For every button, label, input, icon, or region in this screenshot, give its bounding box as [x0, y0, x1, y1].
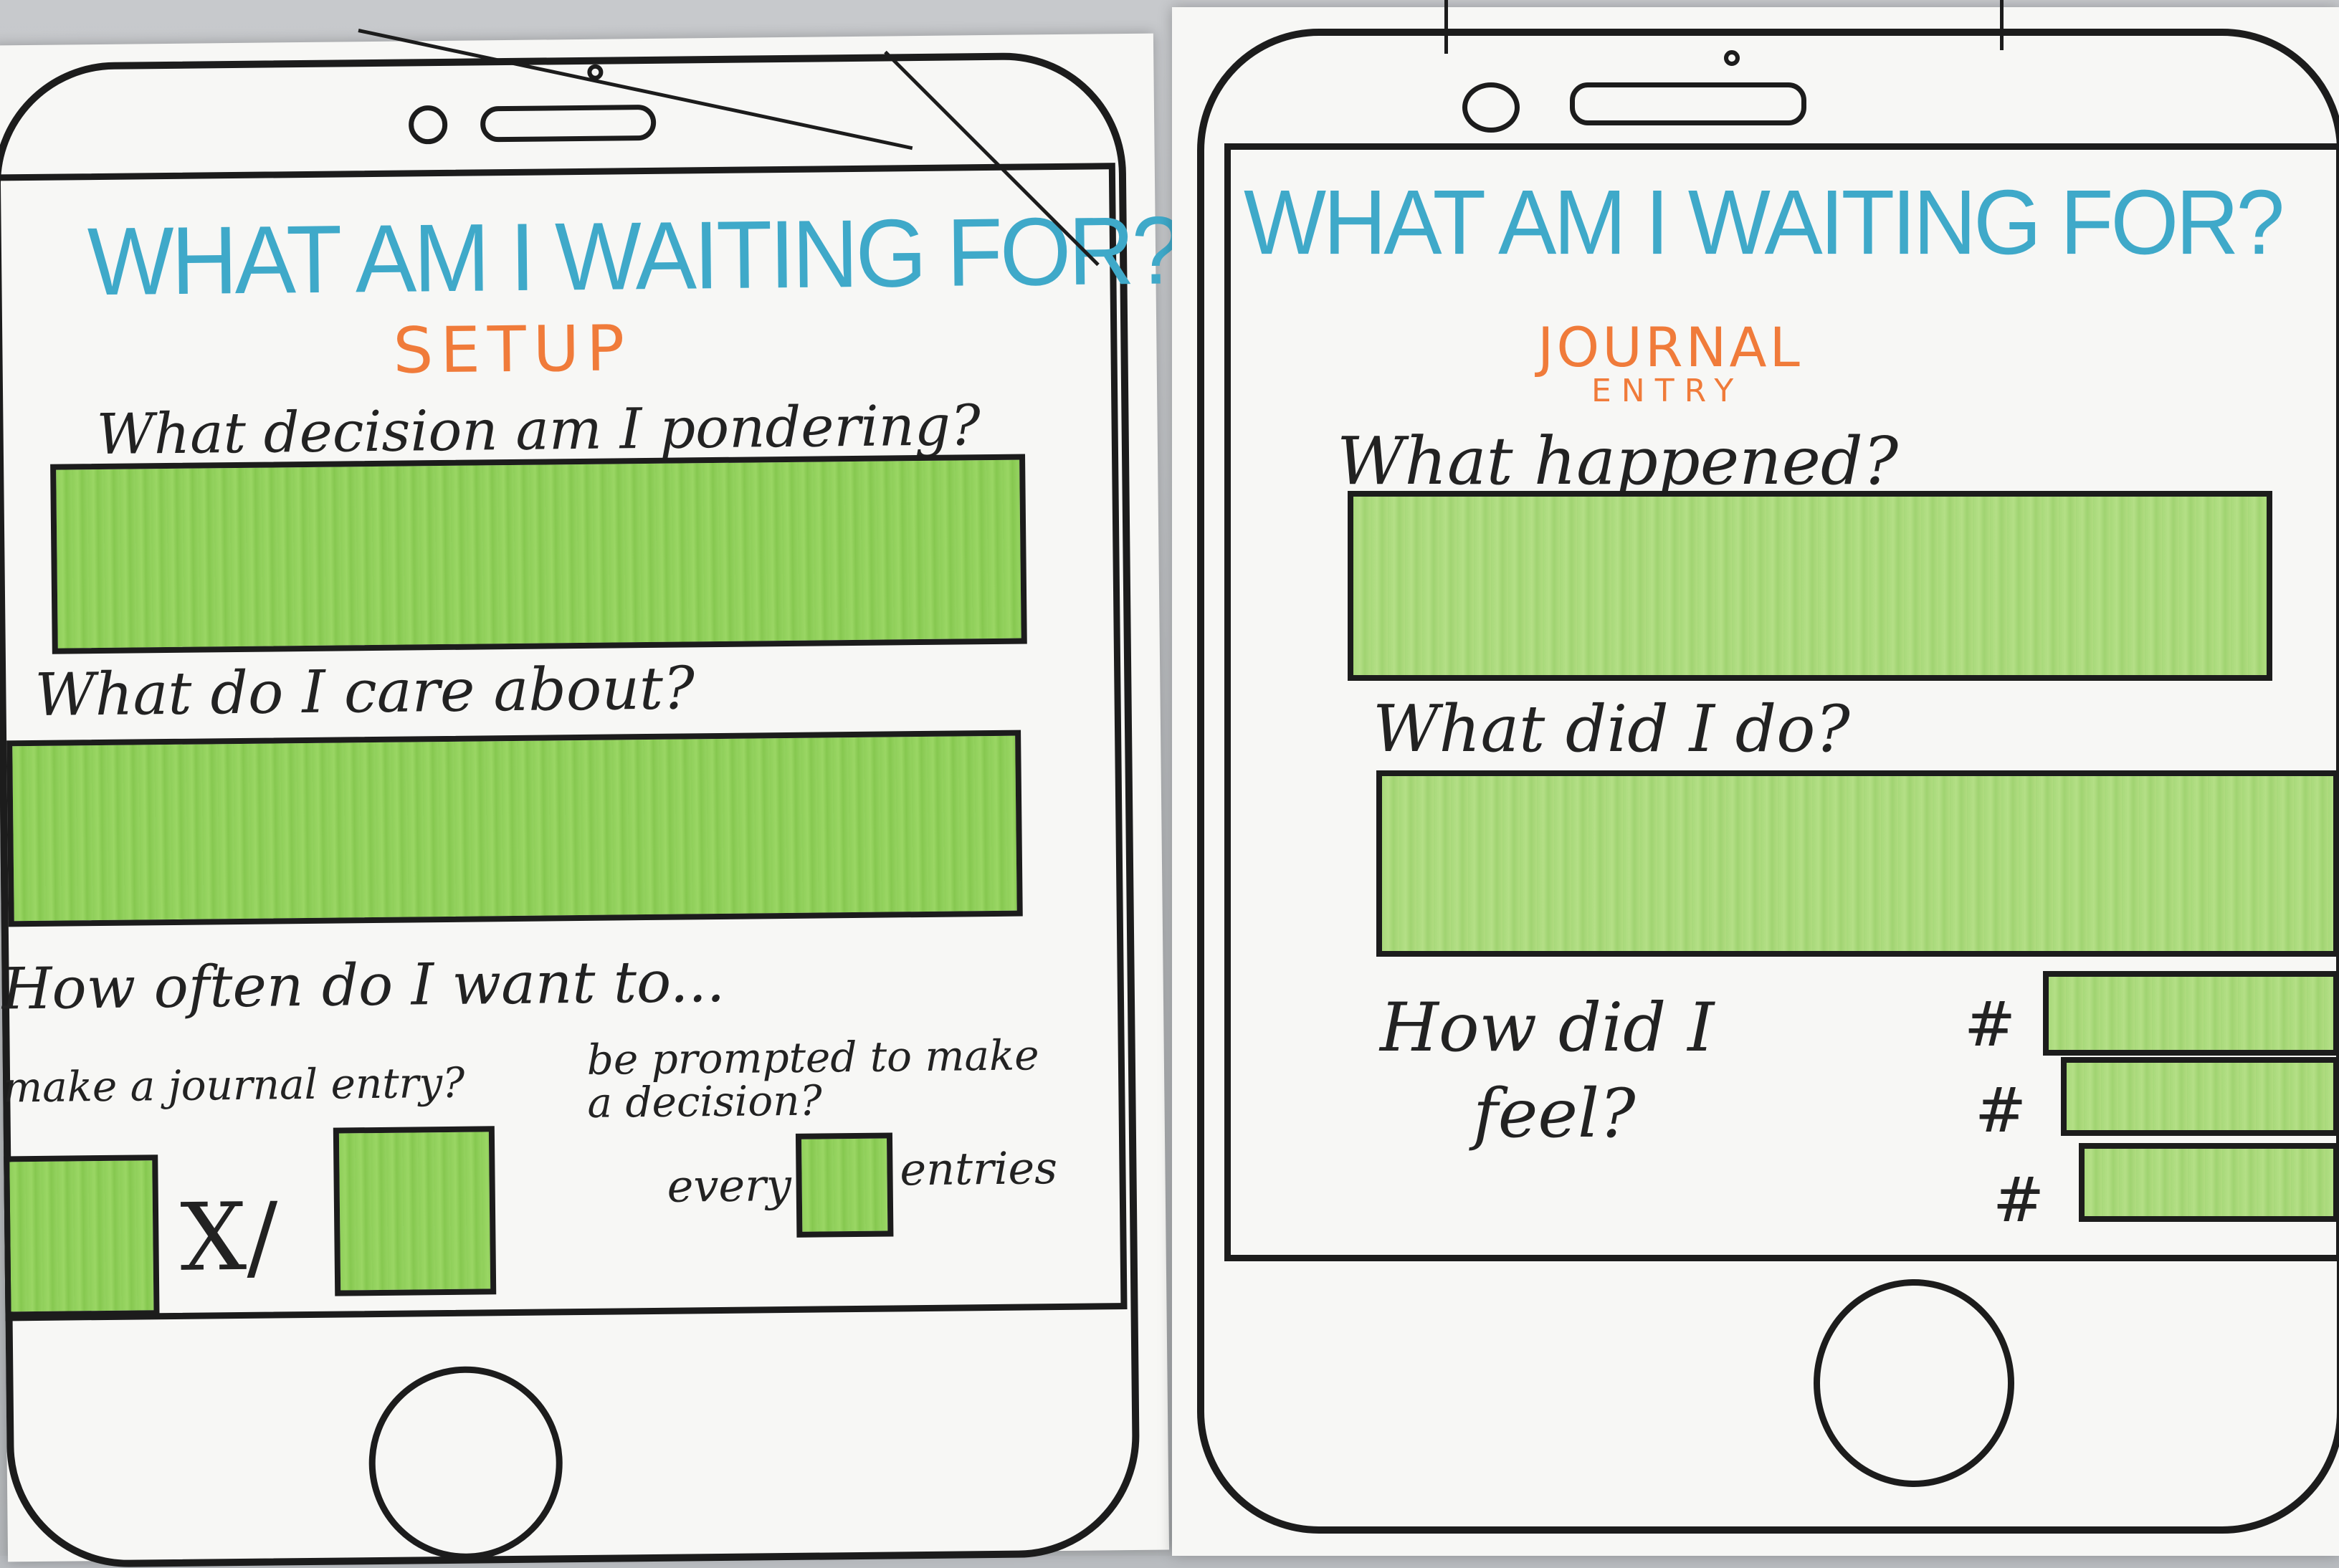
- speaker-grille: [1570, 82, 1806, 125]
- feeling-input-2[interactable]: [2061, 1057, 2339, 1136]
- frequency-separator: X/: [179, 1182, 279, 1292]
- journal-entry-screen-poster: WHAT AM I WAITING FOR? JOURNAL ENTRY Wha…: [1172, 7, 2339, 1556]
- journal-period-input[interactable]: [333, 1126, 497, 1296]
- home-button[interactable]: [368, 1365, 564, 1562]
- entries-label: entries: [900, 1142, 1058, 1196]
- hash-icon: #: [1964, 989, 2016, 1061]
- decision-input-field[interactable]: [50, 454, 1027, 654]
- sensor-icon: [408, 105, 448, 145]
- sensor-icon: [1462, 82, 1520, 133]
- question-label: How did I: [1380, 989, 1715, 1067]
- values-input-field[interactable]: [6, 730, 1023, 927]
- page-subtitle: SETUP: [392, 311, 632, 388]
- page-subtitle: JOURNAL: [1538, 315, 1803, 379]
- page-subtitle-secondary: ENTRY: [1591, 373, 1744, 409]
- prompt-frequency-input[interactable]: [795, 1132, 894, 1238]
- home-button[interactable]: [1814, 1279, 2014, 1487]
- page-title: WHAT AM I WAITING FOR?: [87, 196, 1181, 316]
- hanging-string: [1444, 0, 1448, 54]
- hash-icon: #: [1993, 1165, 2045, 1236]
- feeling-input-1[interactable]: [2043, 971, 2339, 1056]
- hash-icon: #: [1975, 1075, 2027, 1147]
- page-title: WHAT AM I WAITING FOR?: [1244, 171, 2285, 274]
- journal-count-input[interactable]: [4, 1155, 160, 1318]
- question-label-continued: feel?: [1473, 1075, 1636, 1153]
- option-label: make a journal entry?: [2, 1058, 465, 1112]
- question-label: What did I do?: [1373, 692, 1850, 767]
- hanging-string: [2000, 0, 2004, 50]
- setup-screen-poster: WHAT AM I WAITING FOR? SETUP What decisi…: [0, 33, 1181, 1568]
- question-label: What happened?: [1337, 423, 1899, 499]
- option-label: a decision?: [587, 1076, 822, 1127]
- every-label: every: [667, 1158, 792, 1213]
- event-input-field[interactable]: [1348, 491, 2272, 681]
- camera-icon: [1724, 50, 1740, 66]
- feeling-input-3[interactable]: [2079, 1143, 2339, 1222]
- speaker-grille: [480, 104, 657, 143]
- question-label: How often do I want to...: [1, 947, 725, 1023]
- question-label: What do I care about?: [34, 654, 695, 730]
- action-input-field[interactable]: [1376, 770, 2339, 957]
